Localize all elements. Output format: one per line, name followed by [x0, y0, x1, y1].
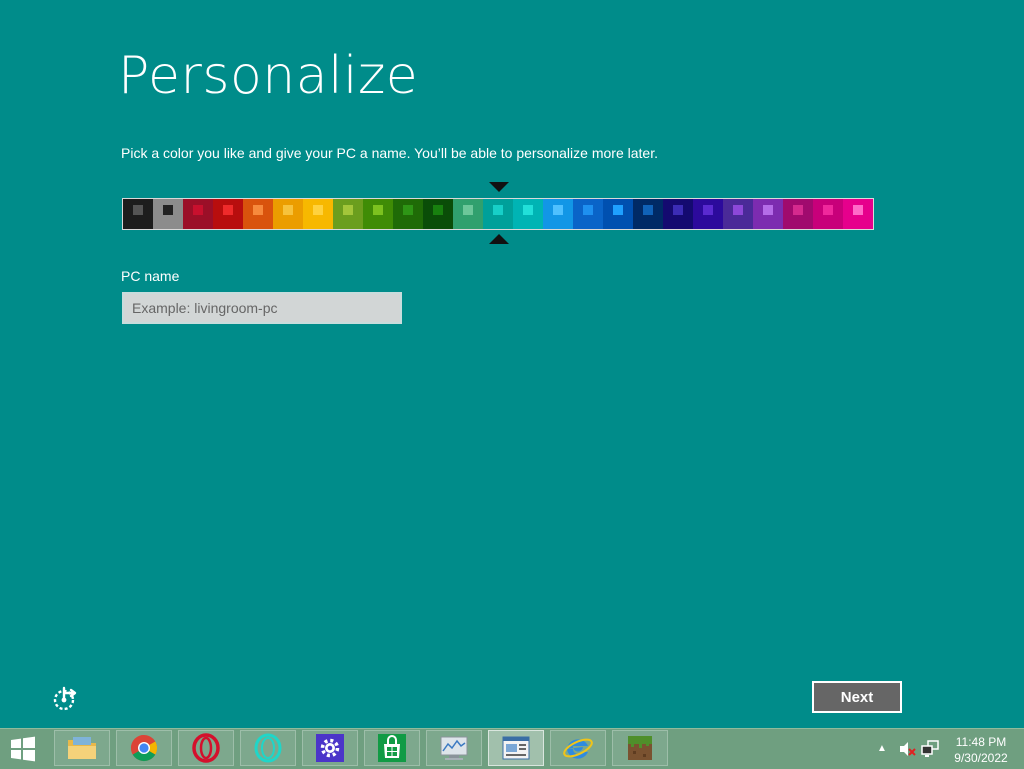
- color-swatch[interactable]: [243, 199, 273, 229]
- color-swatch[interactable]: [303, 199, 333, 229]
- color-swatch[interactable]: [183, 199, 213, 229]
- ie-icon: [563, 738, 593, 759]
- chrome-icon: [130, 734, 158, 762]
- color-swatch-accent: [823, 205, 833, 215]
- color-swatch[interactable]: [123, 199, 153, 229]
- opera-icon: [192, 733, 220, 763]
- taskbar-file-explorer[interactable]: [54, 730, 110, 766]
- color-swatch-accent: [283, 205, 293, 215]
- color-swatch-accent: [673, 205, 683, 215]
- color-swatch-accent: [523, 205, 533, 215]
- color-swatch-accent: [643, 205, 653, 215]
- gear-icon: [316, 734, 344, 762]
- color-selector-arrow-bottom[interactable]: [489, 234, 509, 244]
- color-swatch[interactable]: [273, 199, 303, 229]
- color-swatch-accent: [583, 205, 593, 215]
- color-swatch-accent: [433, 205, 443, 215]
- ease-of-access-icon[interactable]: [52, 684, 80, 712]
- color-swatch[interactable]: [333, 199, 363, 229]
- color-swatch[interactable]: [153, 199, 183, 229]
- page-title: Personalize: [118, 46, 419, 106]
- color-swatch-accent: [193, 205, 203, 215]
- taskbar-chrome[interactable]: [116, 730, 172, 766]
- color-swatch[interactable]: [813, 199, 843, 229]
- taskbar-opera-gx[interactable]: [240, 730, 296, 766]
- color-swatch[interactable]: [453, 199, 483, 229]
- taskbar-setup-window[interactable]: [488, 730, 544, 766]
- color-swatch-accent: [343, 205, 353, 215]
- color-swatch-accent: [763, 205, 773, 215]
- folder-icon: [68, 737, 96, 759]
- color-swatch-accent: [373, 205, 383, 215]
- color-swatch-accent: [253, 205, 263, 215]
- clock-date: 9/30/2022: [954, 751, 1008, 765]
- color-swatch[interactable]: [393, 199, 423, 229]
- color-swatch[interactable]: [693, 199, 723, 229]
- color-swatch-accent: [613, 205, 623, 215]
- color-swatch[interactable]: [363, 199, 393, 229]
- taskbar-opera[interactable]: [178, 730, 234, 766]
- color-swatch-accent: [853, 205, 863, 215]
- store-icon: [378, 734, 406, 762]
- color-palette[interactable]: [122, 198, 874, 230]
- color-swatch[interactable]: [213, 199, 243, 229]
- color-swatch[interactable]: [573, 199, 603, 229]
- taskbar: ▲ 11:48 PM 9/30/2022: [0, 728, 1024, 769]
- taskbar-internet-explorer[interactable]: [550, 730, 606, 766]
- color-swatch[interactable]: [423, 199, 453, 229]
- color-swatch[interactable]: [753, 199, 783, 229]
- monitor-chart-icon: [440, 736, 468, 760]
- color-swatch-accent: [553, 205, 563, 215]
- color-swatch[interactable]: [483, 199, 513, 229]
- taskbar-clock[interactable]: 11:48 PM 9/30/2022: [946, 734, 1016, 766]
- color-swatch[interactable]: [603, 199, 633, 229]
- taskbar-store[interactable]: [364, 730, 420, 766]
- color-swatch-accent: [313, 205, 323, 215]
- color-swatch-accent: [733, 205, 743, 215]
- color-swatch[interactable]: [843, 199, 873, 229]
- taskbar-minecraft[interactable]: [612, 730, 668, 766]
- speaker-muted-icon[interactable]: [898, 740, 916, 758]
- color-swatch-accent: [223, 205, 233, 215]
- next-button[interactable]: Next: [812, 681, 902, 713]
- color-swatch[interactable]: [723, 199, 753, 229]
- color-swatch-accent: [463, 205, 473, 215]
- grass-block-icon: [628, 736, 652, 760]
- page-subtitle: Pick a color you like and give your PC a…: [121, 145, 658, 161]
- clock-time: 11:48 PM: [955, 735, 1007, 749]
- color-swatch-accent: [703, 205, 713, 215]
- color-swatch[interactable]: [513, 199, 543, 229]
- color-swatch[interactable]: [663, 199, 693, 229]
- opera-gx-icon: [254, 733, 282, 763]
- color-swatch[interactable]: [783, 199, 813, 229]
- window-icon: [502, 736, 530, 760]
- color-selector-arrow-top[interactable]: [489, 182, 509, 192]
- color-swatch[interactable]: [633, 199, 663, 229]
- network-icon[interactable]: [921, 740, 939, 758]
- color-swatch-accent: [133, 205, 143, 215]
- color-swatch-accent: [493, 205, 503, 215]
- show-hidden-icons-chevron-icon[interactable]: ▲: [877, 743, 887, 754]
- color-swatch-accent: [793, 205, 803, 215]
- color-swatch-accent: [403, 205, 413, 215]
- taskbar-settings[interactable]: [302, 730, 358, 766]
- pc-name-label: PC name: [121, 268, 180, 284]
- color-swatch[interactable]: [543, 199, 573, 229]
- color-swatch-accent: [163, 205, 173, 215]
- windows-logo-icon[interactable]: [6, 735, 40, 763]
- setup-screen: Personalize Pick a color you like and gi…: [0, 0, 1024, 728]
- pc-name-input[interactable]: [122, 292, 402, 324]
- taskbar-system-monitor[interactable]: [426, 730, 482, 766]
